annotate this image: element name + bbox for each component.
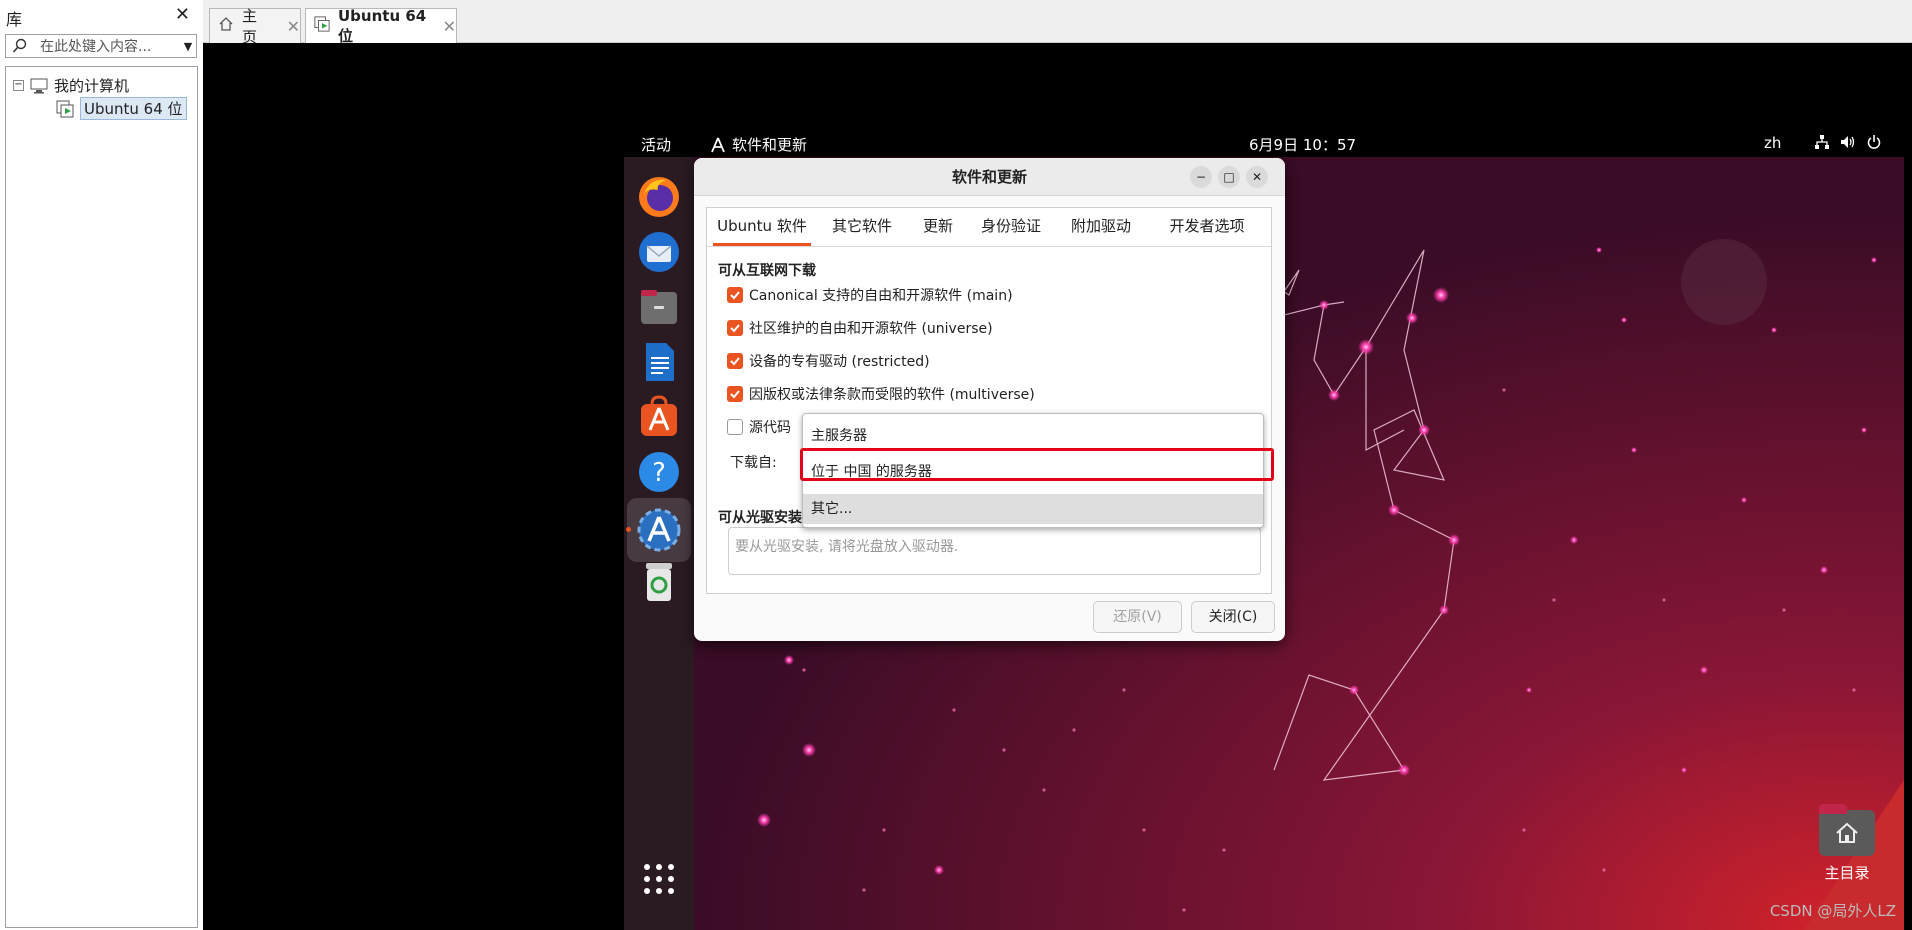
clock[interactable]: 6月9日 10：57: [1249, 134, 1356, 155]
internet-section-title: 可从互联网下载: [718, 263, 816, 279]
library-search-input[interactable]: 在此处键入内容... ▼: [5, 34, 197, 58]
files-icon: [641, 290, 677, 324]
checkbox-checked-icon: [727, 353, 743, 369]
library-tree: − 我的计算机 Ubuntu 64 位: [5, 66, 198, 928]
cdrom-field: 要从光驱安装, 请将光盘放入驱动器.: [728, 527, 1261, 575]
software-updater-icon: [711, 137, 725, 152]
dock-software-updates[interactable]: [626, 498, 691, 562]
app-grid-icon: [644, 864, 674, 894]
checkbox-label: 设备的专有驱动 (restricted): [749, 354, 930, 370]
tab-close-icon[interactable]: ✕: [443, 17, 456, 36]
cdrom-section-title: 可从光驱安装: [718, 510, 802, 526]
search-placeholder: 在此处键入内容...: [40, 39, 152, 55]
tab-bar: 主页 ✕ Ubuntu 64 位 ✕: [203, 0, 1912, 46]
volume-icon: [1841, 136, 1855, 148]
svg-text:?: ?: [652, 458, 666, 488]
firefox-icon: [639, 177, 679, 217]
checkbox-label: 因版权或法律条款而受限的软件 (multiverse): [749, 387, 1035, 403]
checkbox-checked-icon: [727, 287, 743, 303]
desktop-home-label: 主目录: [1824, 864, 1870, 882]
app-menu-label: 软件和更新: [732, 136, 808, 154]
vm-running-icon: [314, 16, 330, 36]
checkbox-unchecked-icon: [727, 419, 743, 435]
dock-firefox[interactable]: [634, 172, 684, 222]
network-icon: [1815, 135, 1829, 149]
tab-ubuntu-software[interactable]: Ubuntu 软件: [713, 208, 811, 246]
option-other-server[interactable]: 其它...: [811, 494, 852, 524]
maximize-button[interactable]: □: [1218, 166, 1240, 188]
option-main-server[interactable]: 主服务器: [811, 421, 867, 451]
close-button[interactable]: 关闭(C): [1191, 601, 1275, 633]
vm-running-icon: [56, 100, 74, 118]
desktop-home-folder[interactable]: 主目录: [1802, 804, 1892, 883]
home-folder-icon: [1819, 804, 1875, 856]
running-indicator: [626, 527, 631, 532]
dock-libreoffice-writer[interactable]: [634, 337, 684, 387]
input-method-indicator[interactable]: zh: [1764, 134, 1781, 152]
gnome-top-bar: 活动 软件和更新 6月9日 10：57 zh: [624, 130, 1904, 157]
checkbox-source-code[interactable]: 源代码: [727, 417, 791, 437]
checkbox-main[interactable]: Canonical 支持的自由和开源软件 (main): [727, 285, 1013, 305]
checkbox-label: 社区维护的自由和开源软件 (universe): [749, 321, 993, 337]
checkbox-label: Canonical 支持的自由和开源软件 (main): [749, 288, 1013, 304]
activities-button[interactable]: 活动: [641, 134, 671, 155]
checkbox-checked-icon: [727, 320, 743, 336]
checkbox-checked-icon: [727, 386, 743, 402]
dock-help[interactable]: ?: [634, 447, 684, 497]
tab-authentication[interactable]: 身份验证: [971, 208, 1051, 246]
collapse-toggle-icon[interactable]: −: [13, 80, 24, 91]
tab-updates[interactable]: 更新: [913, 208, 963, 246]
selected-option-highlight: [803, 494, 1263, 524]
tab-label: Ubuntu 64 位: [338, 6, 427, 45]
computer-icon: [30, 78, 48, 94]
revert-button: 还原(V): [1093, 601, 1182, 633]
tab-developer-options[interactable]: 开发者选项: [1151, 208, 1263, 246]
settings-tabs: Ubuntu 软件 其它软件 更新 身份验证 附加驱动 开发者选项: [707, 208, 1271, 247]
tree-item-label: Ubuntu 64 位: [80, 97, 187, 120]
dock-app-center[interactable]: [634, 392, 684, 442]
settings-notebook: Ubuntu 软件 其它软件 更新 身份验证 附加驱动 开发者选项 可从互联网下…: [706, 207, 1272, 594]
tree-item-my-computer[interactable]: − 我的计算机: [13, 75, 129, 96]
minimize-button[interactable]: −: [1190, 166, 1212, 188]
download-from-label: 下载自:: [730, 455, 777, 471]
system-tray[interactable]: [1814, 134, 1882, 150]
tab-home[interactable]: 主页 ✕: [209, 7, 301, 46]
help-icon: ?: [639, 452, 679, 492]
writer-icon: [646, 343, 674, 381]
power-icon: [1867, 135, 1881, 149]
checkbox-restricted[interactable]: 设备的专有驱动 (restricted): [727, 351, 930, 371]
vm-display[interactable]: 活动 软件和更新 6月9日 10：57 zh ? 主目录 软件和更新 − □ ✕…: [203, 43, 1912, 930]
library-title: 库: [6, 10, 23, 29]
checkbox-universe[interactable]: 社区维护的自由和开源软件 (universe): [727, 318, 993, 338]
tab-label: 主页: [242, 7, 258, 46]
annotation-highlight-box: [800, 448, 1274, 481]
tab-ubuntu-vm[interactable]: Ubuntu 64 位 ✕: [305, 6, 457, 45]
tree-item-ubuntu-vm[interactable]: Ubuntu 64 位: [56, 97, 187, 120]
show-applications-button[interactable]: [634, 854, 684, 904]
checkbox-multiverse[interactable]: 因版权或法律条款而受限的软件 (multiverse): [727, 384, 1035, 404]
app-center-icon: [641, 395, 677, 436]
trash-icon: [646, 563, 672, 601]
dock-trash[interactable]: [634, 557, 684, 607]
close-window-button[interactable]: ✕: [1246, 166, 1268, 188]
tab-additional-drivers[interactable]: 附加驱动: [1059, 208, 1143, 246]
home-icon: [218, 16, 234, 36]
software-properties-icon: [637, 508, 681, 552]
thunderbird-icon: [639, 232, 679, 272]
dock: ?: [624, 157, 694, 930]
software-updates-dialog: 软件和更新 − □ ✕ Ubuntu 软件 其它软件 更新 身份验证 附加驱动 …: [694, 158, 1285, 641]
dock-thunderbird[interactable]: [634, 227, 684, 277]
search-dropdown-icon[interactable]: ▼: [180, 40, 196, 53]
app-menu-button[interactable]: 软件和更新: [710, 134, 807, 155]
library-close-icon[interactable]: ✕: [175, 4, 190, 25]
tree-item-label: 我的计算机: [54, 77, 130, 95]
csdn-watermark: CSDN @局外人LZ: [1769, 902, 1896, 920]
tab-other-software[interactable]: 其它软件: [819, 208, 905, 246]
checkbox-label: 源代码: [749, 420, 791, 436]
dock-files[interactable]: [634, 282, 684, 332]
search-icon: [12, 38, 32, 54]
tab-close-icon[interactable]: ✕: [287, 17, 300, 36]
library-panel: 库 ✕ 在此处键入内容... ▼ − 我的计算机 Ubuntu 64 位: [0, 0, 200, 930]
